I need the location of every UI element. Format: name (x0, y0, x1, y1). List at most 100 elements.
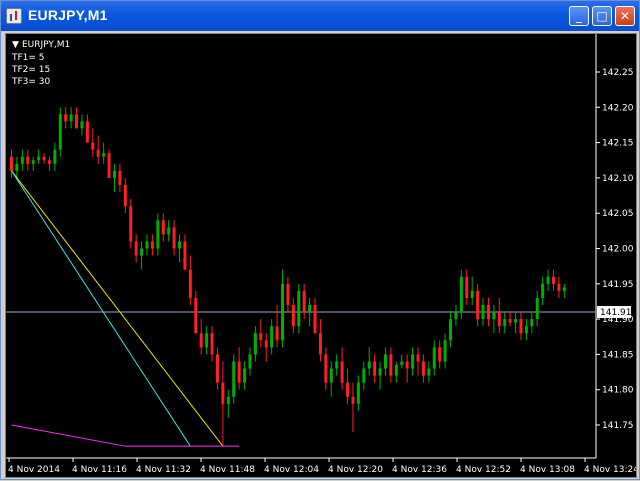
time-tick-label: 4 Nov 13:08 (520, 465, 575, 475)
candle-body (237, 361, 241, 383)
time-tick-label: 4 Nov 11:16 (72, 465, 127, 475)
chart-app-icon[interactable] (6, 8, 22, 24)
candle (530, 312, 534, 334)
candle-body (486, 304, 490, 320)
time-tick-label: 4 Nov 12:36 (392, 465, 447, 475)
candle (481, 297, 485, 327)
price-tick-label: 142.25 (602, 68, 634, 78)
magenta-indicator-line (11, 424, 240, 447)
candle (15, 156, 19, 178)
candle-body (226, 396, 230, 404)
candle-body (432, 347, 436, 369)
price-tick-label: 142.15 (602, 139, 634, 149)
chart-menu-icon[interactable]: ▼ (12, 40, 19, 50)
candle (362, 361, 366, 390)
candle (145, 234, 149, 256)
candle-body (291, 304, 295, 327)
candle (519, 312, 523, 341)
candle (31, 156, 35, 171)
candle (270, 319, 274, 355)
candle (156, 213, 160, 256)
candle-body (373, 361, 377, 376)
candle-body (459, 276, 463, 313)
candle-body (178, 241, 182, 249)
candle (378, 361, 382, 390)
candle-body (80, 121, 84, 129)
candle-body (438, 347, 442, 362)
minimize-button[interactable]: _ (569, 6, 589, 26)
price-tick-label: 141.75 (602, 421, 634, 431)
candle-body (329, 368, 333, 383)
candle (58, 107, 62, 157)
candle-body (10, 156, 13, 171)
yellow-indicator-line (11, 170, 224, 447)
price-tick-label: 142.05 (602, 209, 634, 219)
title-bar[interactable]: EURJPY,M1 _ □ ✕ (1, 1, 639, 31)
candle (286, 276, 290, 313)
time-axis: 4 Nov 2014 4 Nov 11:16 4 Nov 11:32 4 Nov 11… (8, 458, 639, 475)
candle (470, 276, 474, 305)
candle (486, 297, 490, 327)
window-title: EURJPY,M1 (28, 7, 108, 23)
close-button[interactable]: ✕ (615, 6, 635, 26)
candle (221, 361, 225, 447)
candle-body (270, 326, 274, 348)
candle (557, 276, 561, 298)
price-axis: 142.25 142.20 142.15 142.10 142.05 142.00 141.… (596, 68, 634, 431)
candle-body (535, 297, 539, 320)
current-price-label-group: 141.91 (597, 306, 632, 319)
candle-body (389, 354, 393, 376)
candle (438, 340, 442, 369)
candle-body (497, 312, 501, 327)
candle (351, 382, 355, 433)
candle-body (188, 269, 192, 298)
candle (264, 333, 268, 362)
candle-body (427, 368, 431, 376)
candle-body (297, 290, 301, 327)
candle-body (15, 163, 19, 171)
candle-body (508, 319, 512, 323)
candle-body (503, 319, 507, 327)
candle (140, 241, 144, 270)
candle-body (20, 156, 24, 164)
candle-body (481, 304, 485, 320)
candle-body (156, 220, 160, 249)
chart-canvas[interactable]: ▼ EURJPY,M1 TF1= 5 TF2= 15 TF3= 30 142.2… (6, 34, 639, 477)
candle-body (64, 114, 68, 122)
candle-body (112, 170, 116, 178)
candle-body (308, 304, 312, 313)
candle-body (340, 361, 344, 383)
maximize-button[interactable]: □ (592, 6, 612, 26)
candle-body (221, 382, 225, 404)
candle (308, 297, 312, 327)
candle-body (557, 283, 561, 291)
candle (356, 375, 360, 411)
candle (492, 304, 496, 334)
candle (302, 283, 306, 320)
price-chart[interactable]: ▼ EURJPY,M1 TF1= 5 TF2= 15 TF3= 30 142.2… (5, 33, 639, 478)
candle (443, 333, 447, 369)
candle-body (281, 283, 284, 341)
candle-body (346, 382, 350, 397)
candle-body (134, 241, 138, 256)
candle-body (53, 149, 57, 164)
candle (552, 269, 555, 291)
candle-body (215, 354, 219, 383)
candle (281, 269, 284, 348)
candle-body (253, 333, 257, 355)
price-tick-label: 141.95 (602, 280, 634, 290)
candle (134, 234, 138, 263)
tf3-label: TF3= 30 (11, 77, 51, 87)
candle (476, 283, 480, 327)
current-price-label: 141.91 (600, 308, 632, 318)
candle (416, 347, 420, 376)
candle (248, 347, 252, 376)
time-tick-label: 4 Nov 11:48 (200, 465, 255, 475)
candle (243, 361, 247, 390)
candle-body (26, 156, 30, 164)
candle-body (546, 276, 550, 284)
candle-body (140, 248, 144, 256)
time-tick-label: 4 Nov 13:24 (584, 465, 636, 475)
candle-body (416, 354, 420, 362)
candle (541, 276, 545, 305)
